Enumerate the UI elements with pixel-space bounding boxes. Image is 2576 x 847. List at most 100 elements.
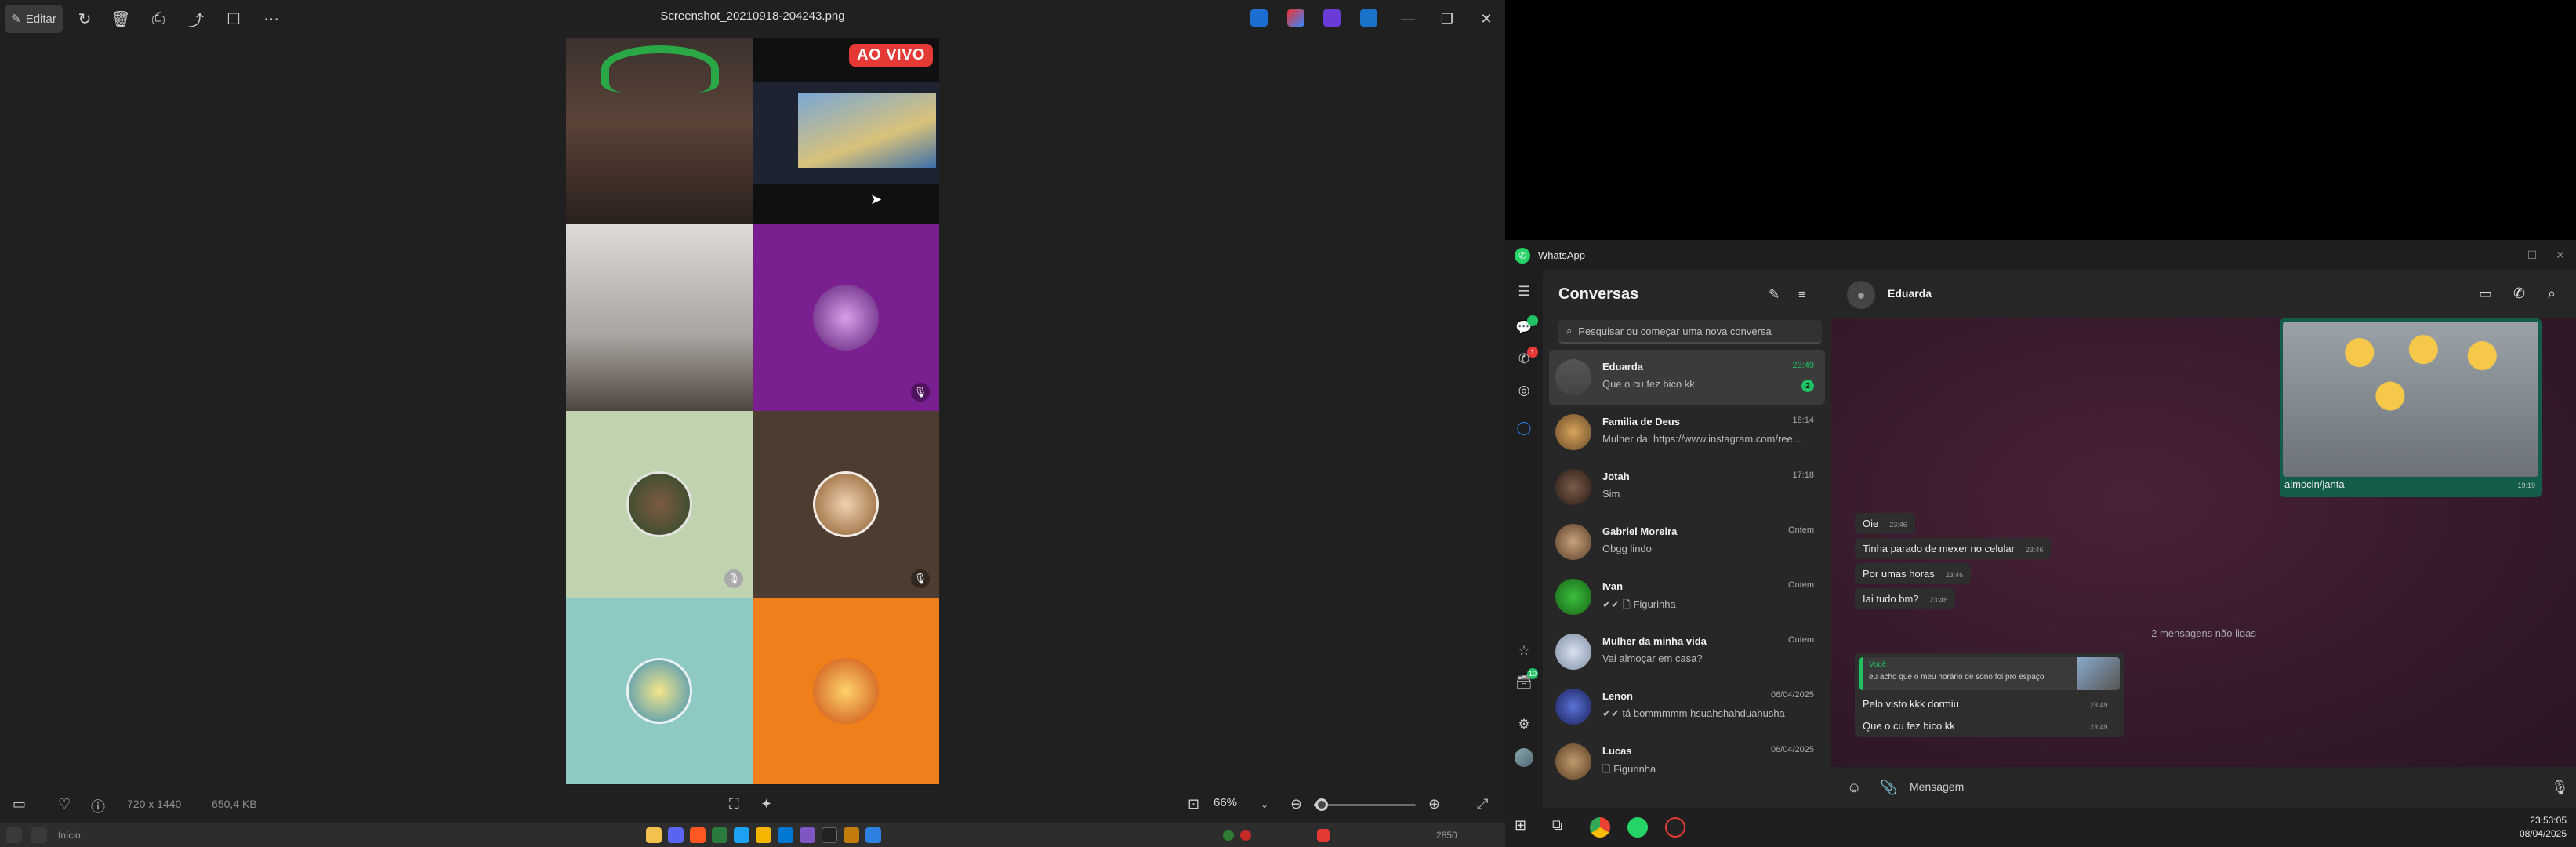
chat-list-item[interactable]: Familia de Deus Mulher da: https://www.in… [1549,405,1825,460]
zoom-slider-thumb[interactable] [1315,798,1329,811]
more-icon[interactable]: ⋯ [257,5,285,33]
app-shortcut-icon[interactable] [1250,9,1268,27]
message-bubble[interactable]: Oie 23:46 [1855,513,1915,534]
chat-list-item[interactable]: Ivan ✔✔ 🗋 Figurinha Ontem [1549,569,1825,624]
app-icon[interactable] [844,827,859,843]
archived-badge: 10 [1527,668,1538,679]
zoom-slider[interactable] [1314,798,1416,811]
message-time: 23:46 [2025,546,2044,554]
message-bubble[interactable]: Tinha parado de mexer no celular 23:46 [1855,538,2052,559]
tray-icon[interactable] [1317,829,1330,842]
edit-button[interactable]: ✎ Editar [5,5,63,33]
chat-list-item[interactable]: Mulher da minha vida Vai almoçar em casa?… [1549,624,1825,679]
minimize-button[interactable]: — [2485,245,2516,265]
starred-icon[interactable]: ☆ [1515,642,1533,660]
clock-time: 23:53:05 [2530,815,2567,826]
clock[interactable]: 23:53:05 08/04/2025 [2520,814,2567,841]
app-icon[interactable] [734,827,749,843]
reply-message[interactable]: Você eu acho que o meu horário de sono f… [1855,653,2124,737]
app-icon[interactable] [1665,817,1685,838]
contact-name[interactable]: Eduarda [1888,287,1932,300]
zoom-in-icon[interactable]: ⊕ [1428,796,1440,812]
info-circle-icon[interactable]: ⓘ [91,796,105,816]
chat-list-item[interactable]: Jotah Sim 17:18 [1549,460,1825,514]
search-hint[interactable]: Início [58,830,81,841]
close-button[interactable]: ✕ [1471,6,1502,31]
menu-icon[interactable]: ☰ [1515,282,1533,301]
video-tile-camera [566,38,753,224]
chrome-icon[interactable] [1590,817,1610,838]
app-icon[interactable] [756,827,771,843]
fit-screen-icon[interactable]: ⊡ [1188,796,1199,812]
whatsapp-taskbar-icon[interactable] [1627,817,1648,838]
app-shortcut-icon[interactable] [1323,9,1341,27]
voice-call-icon[interactable]: ✆ [2513,285,2525,302]
tray-icon[interactable] [1240,830,1251,841]
chat-preview: ✔✔ tá bommmmm hsuahshahduahusha [1602,707,1785,719]
discord-icon[interactable] [668,827,684,843]
rotate-icon[interactable]: ↻ [71,5,99,33]
chat-list-item[interactable]: Lenon ✔✔ tá bommmmm hsuahshahduahusha 06/0… [1549,679,1825,734]
search-input[interactable]: ⌕ Pesquisar ou começar uma nova conversa [1558,320,1822,344]
meta-ai-icon[interactable]: ◯ [1515,419,1533,438]
message-bubble[interactable]: Iai tudo bm? 23:46 [1855,588,1956,609]
favorite-icon[interactable]: ♡ [58,796,71,812]
chat-list-item[interactable]: Lucas 🗋 Figurinha 06/04/2025 [1549,734,1825,789]
print-icon[interactable]: ⎙ [144,5,172,33]
image-dimensions: 720 x 1440 [127,798,182,810]
message-text: Pelo visto kkk dormiu [1863,698,1959,710]
restore-button[interactable]: ❐ [1431,6,1463,31]
zoom-level[interactable]: 66% [1214,796,1237,809]
maximize-button[interactable]: ☐ [2516,245,2548,265]
status-icon[interactable]: ◎ [1515,381,1533,400]
taskview-icon[interactable]: ⧉ [1552,817,1573,838]
photos-app-icon[interactable] [865,827,881,843]
whatsapp-titlebar: ✆ WhatsApp — ☐ ✕ [1505,240,2576,270]
close-button[interactable]: ✕ [2545,245,2576,265]
profile-avatar[interactable] [1515,748,1533,767]
search-icon[interactable]: ⌕ [2548,285,2556,302]
explorer-icon[interactable] [646,827,662,843]
settings-icon[interactable]: ⚙ [1515,715,1533,734]
image-message[interactable]: almocin/janta 19:19 [2280,318,2542,497]
info-icon[interactable]: ☐ [220,5,248,33]
edit-icon: ✎ [11,13,21,26]
start-icon[interactable]: ⊞ [1515,817,1535,838]
vscode-icon[interactable] [778,827,793,843]
chat-name: Lenon [1602,690,1633,702]
contact-avatar[interactable]: ● [1847,281,1875,309]
zoom-out-icon[interactable]: ⊖ [1290,796,1302,812]
filmstrip-icon[interactable]: ▭ [13,796,26,812]
message-bubble[interactable]: Por umas horas 23:46 [1855,563,1972,584]
app-icon[interactable] [712,827,727,843]
new-chat-icon[interactable]: ✎ [1769,287,1780,303]
app-shortcut-icon[interactable] [1287,9,1304,27]
minimize-button[interactable]: — [1392,6,1424,31]
fullscreen-icon[interactable]: ⤢ [1477,796,1488,812]
mic-muted-icon: 🎙 [724,569,743,588]
brave-icon[interactable] [690,827,706,843]
app-icon[interactable] [800,827,815,843]
chat-name: Ivan [1602,580,1624,592]
microphone-icon[interactable]: 🎙 [2551,780,2569,796]
share-icon[interactable]: ⤴ [182,5,210,33]
crop-icon[interactable]: ⛶ [729,796,739,812]
attach-icon[interactable]: 📎 [1880,780,1897,796]
video-call-icon[interactable]: ▭ [2479,285,2492,302]
quoted-message[interactable]: Você eu acho que o meu horário de sono f… [1859,657,2120,690]
start-icon[interactable] [6,827,22,843]
filter-icon[interactable]: ≡ [1798,287,1806,303]
tray-icon[interactable] [1223,830,1234,841]
chat-time: 06/04/2025 [1770,690,1814,700]
enhance-icon[interactable]: ✦ [760,796,772,812]
delete-icon[interactable]: 🗑 [107,5,135,33]
chat-list-item[interactable]: Gabriel Moreira Obgg lindo Ontem [1549,514,1825,569]
taskview-icon[interactable] [31,827,47,843]
chevron-down-icon[interactable]: ⌄ [1261,799,1268,810]
message-input[interactable]: Mensagem [1910,780,1964,793]
message-text: Oie [1863,518,1879,529]
app-shortcut-icon[interactable] [1360,9,1377,27]
emoji-icon[interactable]: ☺ [1847,780,1861,796]
chat-list-item[interactable]: Eduarda Que o cu fez bico kk 23:49 2 [1549,350,1825,405]
app-icon[interactable] [822,827,837,843]
